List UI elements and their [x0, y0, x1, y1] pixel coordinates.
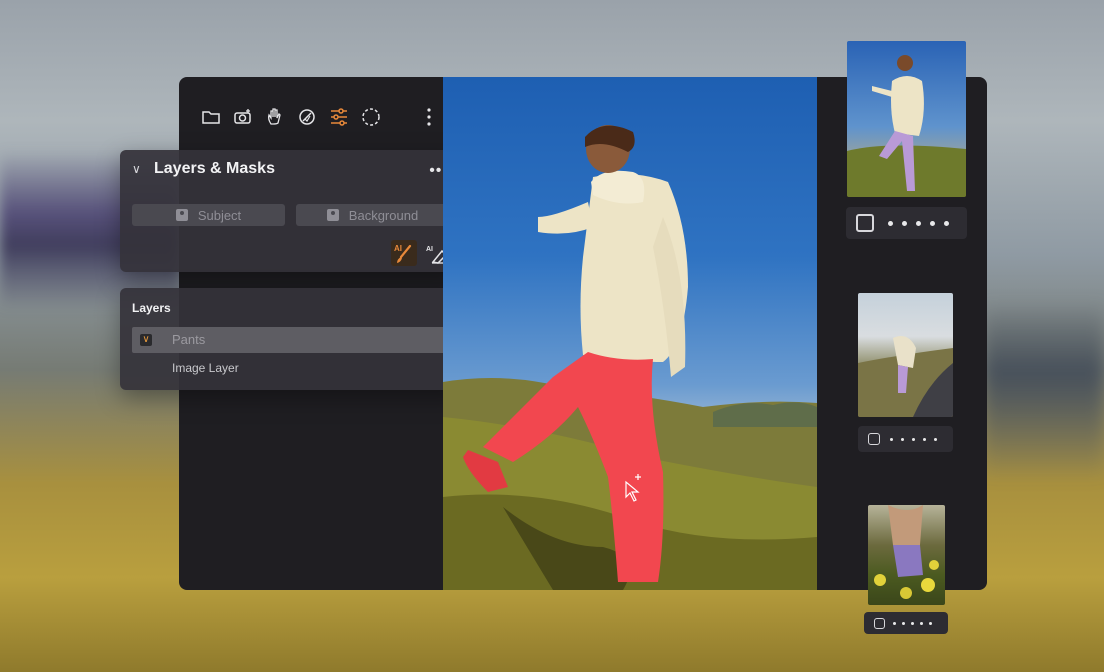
thumbnail-2-toolbar — [858, 426, 953, 452]
layers-title: Layers — [132, 301, 171, 315]
background-blur-right — [984, 300, 1104, 480]
layers-panel: Layers ∨ Pants Image Layer — [120, 288, 461, 390]
checkbox-icon[interactable] — [874, 617, 885, 629]
rating-dots[interactable] — [888, 220, 949, 226]
layer-name: Pants — [172, 332, 206, 347]
thumbnail-1-toolbar — [846, 207, 967, 239]
background-button[interactable]: Background — [296, 204, 449, 226]
layer-row-pants[interactable]: ∨ Pants — [132, 327, 449, 353]
thumbnail-1[interactable] — [847, 41, 966, 197]
svg-text:AI: AI — [394, 244, 402, 253]
checkbox-icon[interactable] — [868, 433, 880, 445]
loading-icon[interactable] — [360, 105, 382, 129]
sliders-icon[interactable] — [328, 105, 350, 129]
rating-dots[interactable] — [893, 621, 932, 625]
folder-icon[interactable] — [200, 105, 222, 129]
layers-masks-panel: ∨ Layers & Masks ••• Subject Background … — [120, 150, 461, 272]
person-icon — [175, 209, 188, 221]
panel-title: Layers & Masks — [154, 160, 275, 177]
chevron-down-icon[interactable]: ∨ — [132, 162, 144, 176]
ai-brush-icon[interactable]: AI — [391, 240, 417, 266]
rating-dots[interactable] — [890, 437, 937, 441]
thumbnail-3[interactable] — [868, 505, 945, 605]
thumbnail-2[interactable] — [858, 293, 953, 417]
more-vertical-icon[interactable] — [418, 105, 440, 129]
image-layer-label[interactable]: Image Layer — [172, 361, 239, 375]
svg-text:AI: AI — [426, 246, 433, 253]
person-icon — [326, 209, 339, 221]
main-photo[interactable] — [443, 77, 817, 590]
circle-brush-icon[interactable] — [296, 105, 318, 129]
panel-header[interactable]: ∨ Layers & Masks — [132, 160, 275, 178]
checkbox-icon[interactable]: ∨ — [140, 334, 152, 346]
checkbox-icon[interactable] — [856, 214, 874, 232]
camera-icon[interactable] — [232, 105, 254, 129]
subject-label: Subject — [197, 207, 242, 223]
thumbnail-3-toolbar — [864, 612, 948, 634]
toolbar — [200, 104, 440, 130]
background-label: Background — [348, 207, 419, 223]
subject-button[interactable]: Subject — [132, 204, 285, 226]
hand-icon[interactable] — [264, 105, 286, 129]
